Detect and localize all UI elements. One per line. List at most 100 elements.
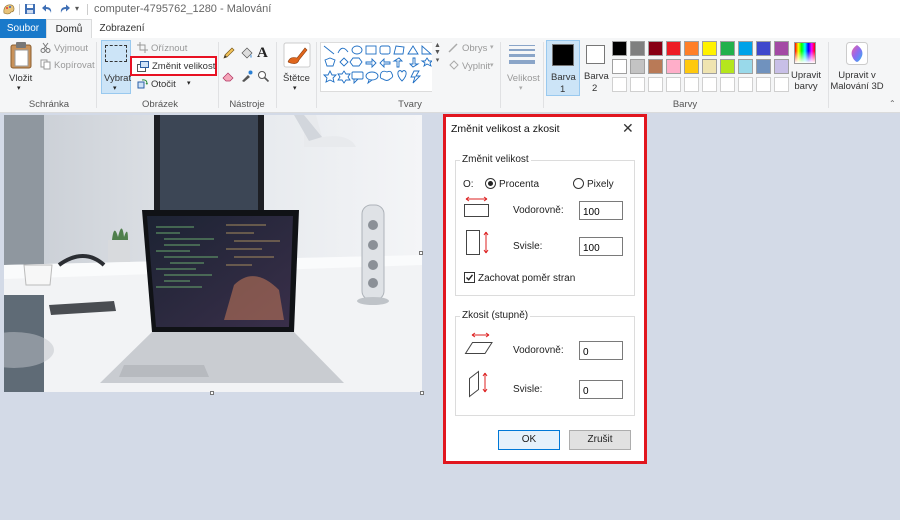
palette-color-swatch[interactable] xyxy=(684,59,699,74)
custom-color-slot[interactable] xyxy=(720,77,735,92)
palette-color-swatch[interactable] xyxy=(648,41,663,56)
shapes-group-label: Tvary xyxy=(398,99,422,110)
palette-color-swatch[interactable] xyxy=(612,41,627,56)
palette-color-swatch[interactable] xyxy=(702,41,717,56)
palette-color-swatch[interactable] xyxy=(612,59,627,74)
custom-color-slot[interactable] xyxy=(738,77,753,92)
shapes-scroll[interactable]: ▲ ▼ ▾ xyxy=(432,42,443,92)
redo-icon[interactable] xyxy=(58,3,71,18)
cut-label: Vyjmout xyxy=(54,43,88,54)
tab-home[interactable]: Domů xyxy=(46,19,92,38)
tab-view[interactable]: Zobrazení xyxy=(92,19,152,38)
palette-color-swatch[interactable] xyxy=(738,41,753,56)
resize-handle-right-middle[interactable] xyxy=(419,251,423,255)
edit-in-paint3d-button[interactable]: Upravit v Malování 3D xyxy=(830,41,884,97)
skew-group-title: Zkosit (stupně) xyxy=(460,310,531,321)
palette-color-swatch[interactable] xyxy=(720,59,735,74)
canvas-image[interactable] xyxy=(4,115,422,392)
resize-group-title: Změnit velikost xyxy=(460,154,531,165)
custom-color-slot[interactable] xyxy=(756,77,771,92)
save-icon[interactable] xyxy=(24,3,36,18)
color1-swatch xyxy=(552,44,574,66)
close-icon[interactable]: ✕ xyxy=(622,120,634,137)
palette-color-swatch[interactable] xyxy=(738,59,753,74)
quick-access-dropdown-icon[interactable]: ▾ xyxy=(75,4,79,13)
ribbon-tab-bar: Soubor Domů Zobrazení xyxy=(0,19,900,39)
brushes-button[interactable]: Štětce ▾ xyxy=(281,41,313,95)
palette-color-swatch[interactable] xyxy=(702,59,717,74)
palette-color-swatch[interactable] xyxy=(666,59,681,74)
palette-color-swatch[interactable] xyxy=(630,41,645,56)
tab-file[interactable]: Soubor xyxy=(0,19,46,38)
color1-label: Barva xyxy=(551,72,576,83)
ribbon-separator xyxy=(543,42,544,108)
resize-vertical-input[interactable] xyxy=(579,237,623,256)
palette-color-swatch[interactable] xyxy=(648,59,663,74)
edit-colors-button[interactable]: Upravit barvy xyxy=(788,41,824,97)
palette-color-swatch[interactable] xyxy=(630,59,645,74)
cancel-button[interactable]: Zrušit xyxy=(569,430,631,450)
copy-icon xyxy=(40,59,51,73)
resize-handle-bottom-right[interactable] xyxy=(420,391,424,395)
pencil-icon[interactable] xyxy=(222,47,235,63)
custom-color-slot[interactable] xyxy=(702,77,717,92)
percent-radio[interactable] xyxy=(485,178,496,189)
resize-handle-bottom-middle[interactable] xyxy=(210,391,214,395)
color2-button[interactable]: Barva 2 xyxy=(581,40,611,96)
color1-button[interactable]: Barva 1 xyxy=(546,40,580,96)
horizontal-resize-icon xyxy=(463,196,491,221)
ribbon-separator xyxy=(316,42,317,108)
crop-icon xyxy=(137,42,148,56)
resize-button[interactable]: Změnit velikost xyxy=(130,56,217,76)
ok-button[interactable]: OK xyxy=(498,430,560,450)
magnifier-icon[interactable] xyxy=(257,70,270,85)
select-button[interactable]: Vybrat ▾ xyxy=(101,40,131,94)
text-tool-icon[interactable]: A xyxy=(257,45,268,62)
dialog-title: Změnit velikost a zkosit xyxy=(451,123,560,135)
paste-dropdown-icon: ▾ xyxy=(17,85,21,92)
custom-color-slot[interactable] xyxy=(630,77,645,92)
horizontal-skew-icon xyxy=(464,332,494,359)
palette-color-swatch[interactable] xyxy=(720,41,735,56)
custom-color-slot[interactable] xyxy=(666,77,681,92)
paint-app-icon xyxy=(2,3,16,19)
paste-label: Vložit xyxy=(9,73,33,84)
select-rectangle-icon xyxy=(105,45,127,62)
color-spectrum-icon xyxy=(794,42,816,64)
rotate-icon xyxy=(137,78,148,92)
outline-label: Obrys xyxy=(462,43,488,54)
skew-vertical-input[interactable] xyxy=(579,380,623,399)
custom-color-slot[interactable] xyxy=(612,77,627,92)
rotate-label: Otočit xyxy=(151,79,176,90)
paste-button[interactable]: Vložit ▾ xyxy=(6,41,36,95)
desk-photo xyxy=(4,115,422,392)
palette-color-swatch[interactable] xyxy=(756,41,771,56)
crop-label: Oříznout xyxy=(151,43,188,54)
brush-icon xyxy=(283,42,311,71)
custom-color-slot[interactable] xyxy=(684,77,699,92)
shapes-icons xyxy=(322,44,434,85)
paint3d-label: Upravit v Malování 3D xyxy=(830,70,884,92)
shapes-gallery[interactable] xyxy=(320,42,443,92)
palette-color-swatch[interactable] xyxy=(756,59,771,74)
clipboard-group-label: Schránka xyxy=(28,99,70,110)
keep-ratio-checkbox[interactable] xyxy=(464,272,475,283)
palette-color-swatch[interactable] xyxy=(666,41,681,56)
resize-horizontal-label: Vodorovně: xyxy=(513,205,564,216)
resize-horizontal-input[interactable] xyxy=(579,201,623,220)
pixels-radio[interactable] xyxy=(573,178,584,189)
palette-color-swatch[interactable] xyxy=(774,41,789,56)
fill-bucket-icon[interactable] xyxy=(240,47,253,63)
size-button[interactable]: Velikost ▾ xyxy=(504,41,540,95)
title-bar: ▾ computer-4795762_1280 - Malování xyxy=(0,0,900,19)
color1-number: 1 xyxy=(560,84,566,95)
resize-group: Změnit velikost O: Procenta Pixely Vodor… xyxy=(455,154,635,296)
skew-horizontal-input[interactable] xyxy=(579,341,623,360)
palette-color-swatch[interactable] xyxy=(684,41,699,56)
collapse-ribbon-icon[interactable]: ⌃ xyxy=(889,99,896,108)
undo-icon[interactable] xyxy=(41,3,54,18)
color2-swatch xyxy=(586,45,605,64)
custom-color-slot[interactable] xyxy=(648,77,663,92)
color-picker-icon[interactable] xyxy=(240,70,253,85)
eraser-icon[interactable] xyxy=(222,70,235,85)
